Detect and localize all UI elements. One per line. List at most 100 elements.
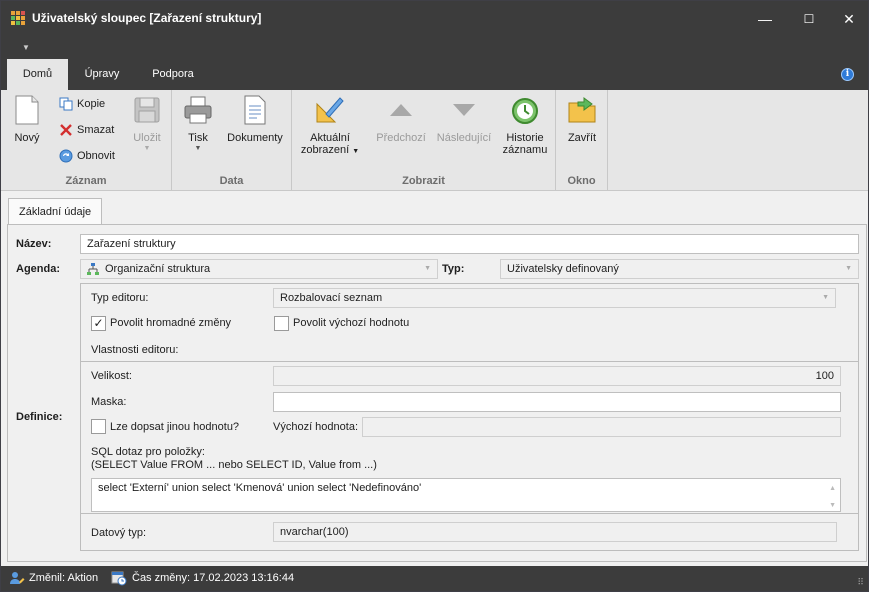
- ribbon-group-data: Tisk ▼ Dokumenty Data: [172, 90, 292, 191]
- vlastnosti-panel: Velikost: 100 Maska: Lze dopsat jinou ho…: [81, 361, 858, 514]
- window-title: Uživatelský sloupec [Zařazení struktury]: [32, 11, 262, 25]
- delete-x-icon: [59, 123, 73, 137]
- ribbon-tab-bar: Domů Úpravy Podpora i: [1, 59, 868, 90]
- typ-editoru-combo[interactable]: Rozbalovací seznam ▼: [273, 288, 836, 308]
- close-button[interactable]: ✕: [827, 1, 869, 37]
- lze-dopsat-checkbox[interactable]: [91, 419, 106, 434]
- minimize-button[interactable]: —: [743, 1, 787, 37]
- tab-upravy[interactable]: Úpravy: [73, 59, 131, 90]
- typ-editoru-value: Rozbalovací seznam: [280, 292, 383, 304]
- arrow-down-icon: [448, 94, 480, 126]
- kopie-button[interactable]: Kopie: [57, 94, 105, 114]
- datovy-typ-input[interactable]: nvarchar(100): [273, 522, 837, 542]
- agenda-combo[interactable]: Organizační struktura ▼: [80, 259, 438, 279]
- tab-zakladni-udaje[interactable]: Základní údaje: [8, 198, 103, 225]
- app-grid-icon: [11, 11, 25, 25]
- ribbon-group-zobrazit: Aktuální zobrazení ▼ Předchozí Následují…: [292, 90, 556, 191]
- velikost-label: Velikost:: [91, 370, 132, 382]
- info-icon[interactable]: i: [841, 68, 854, 81]
- kopie-label: Kopie: [77, 98, 106, 110]
- aktualni-label-1: Aktuální: [310, 132, 350, 144]
- aktualni-zobrazeni-button[interactable]: Aktuální zobrazení ▼: [296, 94, 364, 156]
- historie-label-1: Historie: [506, 132, 544, 144]
- povolit-hromadne-label: Povolit hromadné změny: [110, 317, 232, 329]
- sql-scroll-down-icon[interactable]: ▼: [829, 501, 836, 510]
- historie-label-2: záznamu: [502, 144, 548, 156]
- predchozi-label: Předchozí: [376, 132, 426, 144]
- vychozi-hodnota-input[interactable]: [362, 417, 841, 437]
- vychozi-hodnota-label: Výchozí hodnota:: [273, 421, 359, 433]
- maximize-button[interactable]: ☐: [787, 1, 831, 37]
- sql-value: select 'Externí' union select 'Kmenová' …: [98, 482, 422, 494]
- aktualni-label-2: zobrazení: [300, 144, 350, 156]
- ruler-pencil-icon: [314, 94, 346, 126]
- copy-icon: [59, 97, 73, 111]
- maska-input[interactable]: [273, 392, 841, 412]
- obnovit-label: Obnovit: [77, 150, 115, 162]
- datovy-typ-label: Datový typ:: [91, 527, 147, 539]
- povolit-hromadne-checkbox[interactable]: ✓: [91, 316, 106, 331]
- quick-access-toolbar: ▼: [1, 37, 868, 59]
- lze-dopsat-label: Lze dopsat jinou hodnotu?: [110, 421, 240, 433]
- nazev-input[interactable]: Zařazení struktury: [80, 234, 859, 254]
- smazat-label: Smazat: [77, 124, 115, 136]
- ulozit-dropdown-icon: ▼: [143, 145, 151, 152]
- ribbon: Nový Kopie Smazat Obnovit Uložit ▼ Zázna…: [1, 90, 868, 191]
- ulozit-button[interactable]: Uložit ▼: [129, 94, 165, 152]
- agenda-value: Organizační struktura: [105, 263, 211, 275]
- povolit-vychozi-label: Povolit výchozí hodnotu: [293, 317, 410, 329]
- maska-label: Maska:: [91, 396, 127, 408]
- group-label-zobrazit: Zobrazit: [402, 175, 445, 187]
- printer-icon: [182, 94, 214, 126]
- content-area: Základní údaje Název: Zařazení struktury…: [4, 193, 867, 564]
- typ-label: Typ:: [442, 263, 465, 275]
- dokumenty-button[interactable]: Dokumenty: [224, 94, 286, 144]
- title-bar: Uživatelský sloupec [Zařazení struktury]…: [1, 1, 868, 37]
- group-label-zaznam: Záznam: [65, 175, 107, 187]
- typ-combo[interactable]: Uživatelsky definovaný ▼: [500, 259, 859, 279]
- new-document-icon: [11, 94, 43, 126]
- qat-dropdown-icon[interactable]: ▼: [22, 43, 30, 52]
- sql-scroll-up-icon[interactable]: ▲: [829, 481, 836, 496]
- smazat-button[interactable]: Smazat: [57, 120, 114, 140]
- obnovit-button[interactable]: Obnovit: [57, 146, 115, 166]
- refresh-icon: [59, 149, 73, 163]
- tisk-label: Tisk: [188, 132, 208, 144]
- nasledujici-label: Následující: [436, 132, 492, 144]
- zavrit-label: Zavřít: [567, 132, 597, 144]
- ulozit-label: Uložit: [133, 132, 161, 144]
- sql-textarea[interactable]: select 'Externí' union select 'Kmenová' …: [91, 478, 841, 512]
- zmenil-text: Změnil: Aktion: [29, 572, 99, 584]
- vlastnosti-label: Vlastnosti editoru:: [91, 344, 179, 356]
- group-label-okno: Okno: [567, 175, 596, 187]
- main-window: Uživatelský sloupec [Zařazení struktury]…: [0, 0, 869, 592]
- tisk-button[interactable]: Tisk ▼: [178, 94, 218, 152]
- velikost-input[interactable]: 100: [273, 366, 841, 386]
- predchozi-button[interactable]: Předchozí: [372, 94, 430, 144]
- resize-grip-icon[interactable]: ⠿: [857, 577, 864, 588]
- page-body: Název: Zařazení struktury Agenda: Organi…: [7, 224, 867, 562]
- novy-label: Nový: [14, 132, 40, 144]
- definice-label: Definice:: [16, 411, 63, 423]
- tab-domu[interactable]: Domů: [7, 59, 68, 90]
- ribbon-group-zaznam: Nový Kopie Smazat Obnovit Uložit ▼ Zázna…: [1, 90, 172, 191]
- typ-dropdown-icon: ▼: [845, 265, 852, 272]
- typ-value: Uživatelsky definovaný: [507, 263, 619, 275]
- povolit-vychozi-checkbox[interactable]: [274, 316, 289, 331]
- novy-button[interactable]: Nový: [7, 94, 47, 144]
- historie-zaznamu-button[interactable]: Historie záznamu: [498, 94, 552, 156]
- agenda-label: Agenda:: [16, 263, 60, 275]
- document-icon: [239, 94, 271, 126]
- nasledujici-button[interactable]: Následující: [434, 94, 494, 144]
- folder-exit-icon: [566, 94, 598, 126]
- definice-panel: Typ editoru: Rozbalovací seznam ▼ ✓ Povo…: [80, 283, 859, 551]
- org-structure-icon: [86, 262, 100, 278]
- dokumenty-label: Dokumenty: [227, 132, 283, 144]
- aktualni-dropdown-icon: ▼: [352, 148, 360, 155]
- tab-podpora[interactable]: Podpora: [141, 59, 205, 90]
- zavrit-button[interactable]: Zavřít: [562, 94, 602, 144]
- nazev-label: Název:: [16, 238, 52, 250]
- arrow-up-icon: [385, 94, 417, 126]
- group-label-data: Data: [219, 175, 244, 187]
- history-clock-icon: [509, 94, 541, 126]
